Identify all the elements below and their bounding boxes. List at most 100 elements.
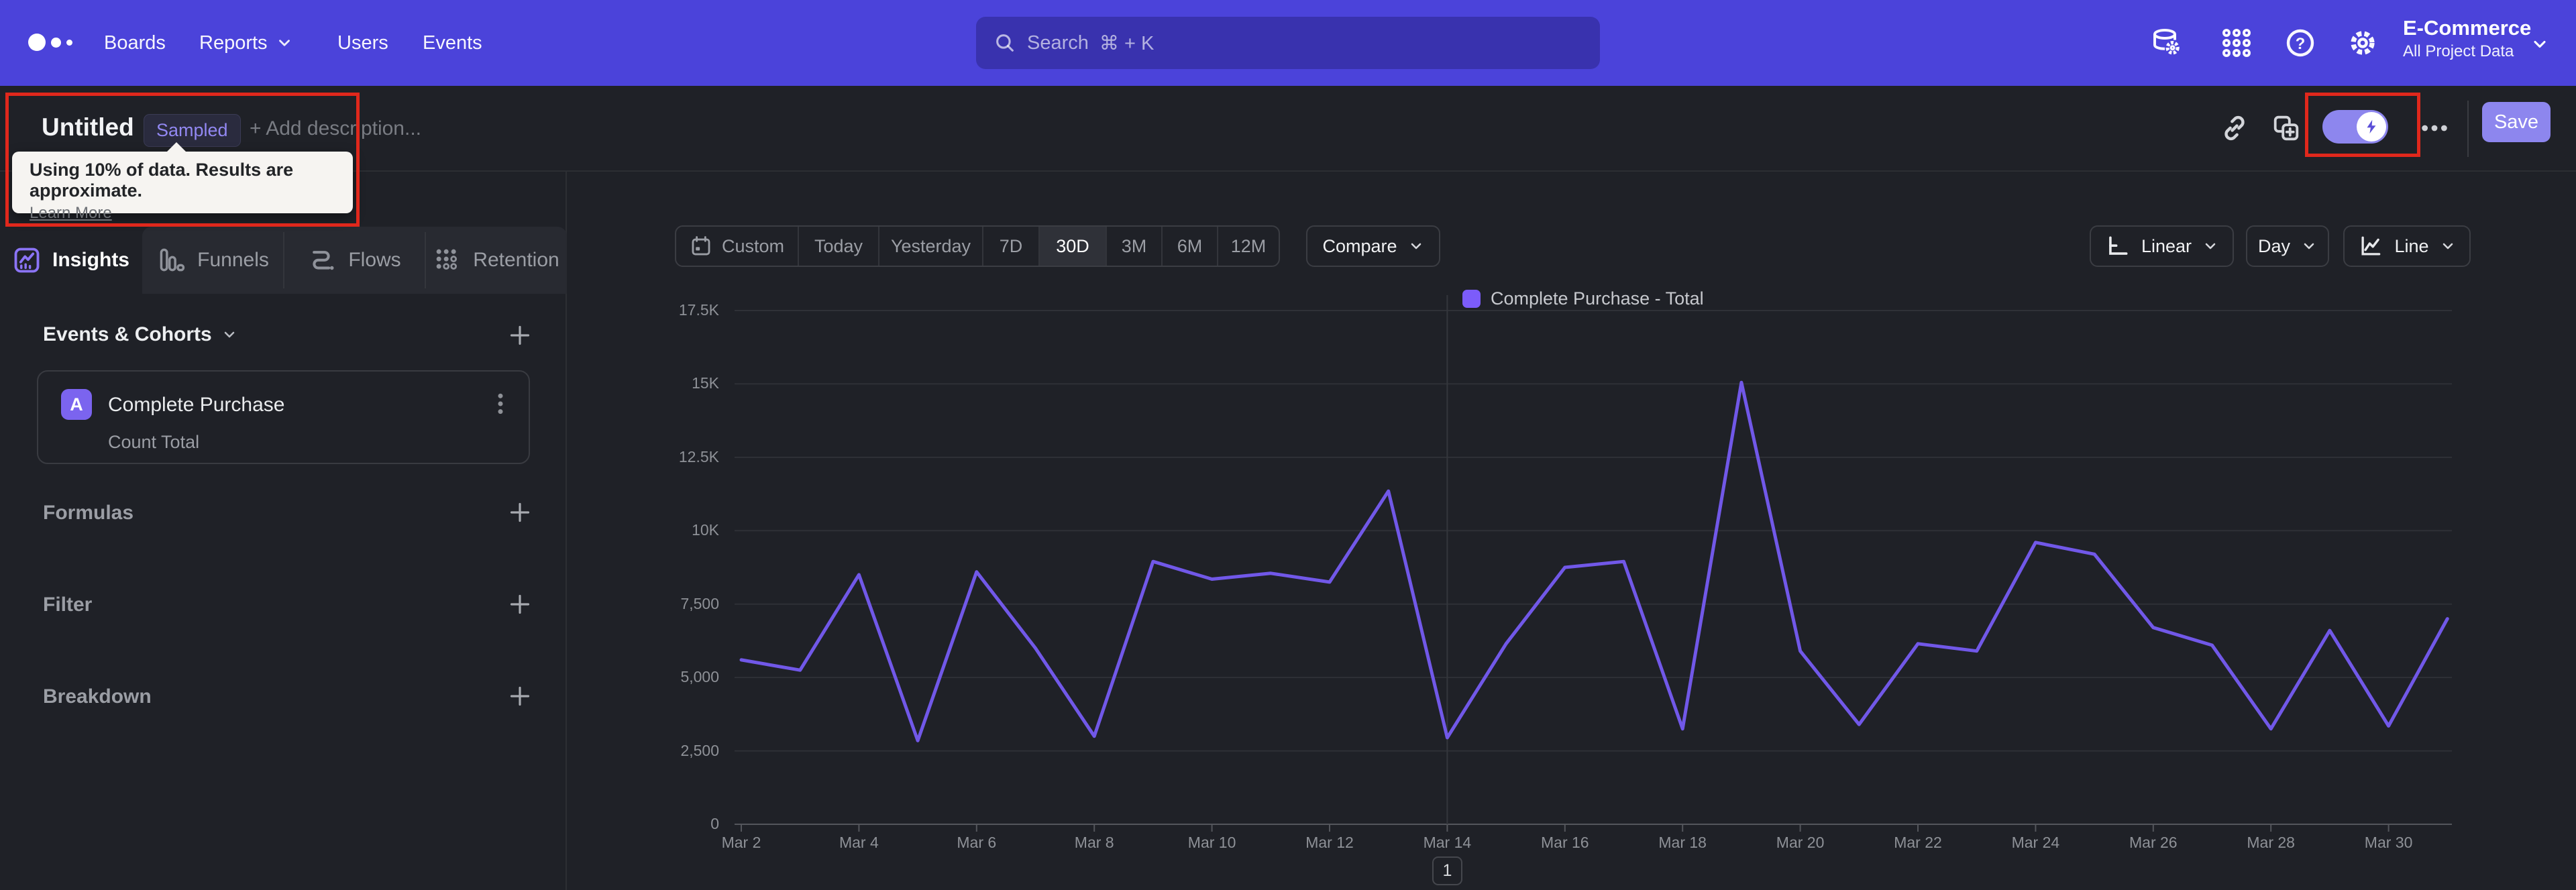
add-formula-button[interactable] bbox=[506, 499, 533, 526]
sampled-badge[interactable]: Sampled bbox=[144, 114, 241, 147]
add-description-field[interactable]: + Add description... bbox=[250, 117, 421, 140]
report-type-tabs: Insights Funnels Flows Retention bbox=[0, 227, 567, 294]
breakdown-header: Breakdown bbox=[43, 685, 152, 708]
tab-retention[interactable]: Retention bbox=[425, 227, 567, 294]
apps-grid-icon[interactable] bbox=[2220, 27, 2253, 59]
formulas-header: Formulas bbox=[43, 502, 134, 524]
chevron-down-icon bbox=[1408, 238, 1424, 254]
range-3m[interactable]: 3M bbox=[1107, 227, 1163, 266]
insights-chart-icon bbox=[12, 245, 42, 275]
range-today[interactable]: Today bbox=[799, 227, 879, 266]
chevron-down-icon bbox=[2202, 238, 2218, 254]
range-6m[interactable]: 6M bbox=[1163, 227, 1218, 266]
tab-funnels[interactable]: Funnels bbox=[142, 227, 284, 294]
project-scope: All Project Data bbox=[2403, 42, 2514, 60]
range-label: Custom bbox=[721, 235, 785, 256]
range-yesterday[interactable]: Yesterday bbox=[879, 227, 983, 266]
range-label: 6M bbox=[1177, 235, 1203, 256]
nav-item-label: Reports bbox=[199, 32, 268, 54]
project-switcher[interactable]: E-Commerce All Project Data bbox=[2403, 15, 2531, 62]
funnels-bars-icon bbox=[157, 245, 186, 275]
top-nav: Boards Reports Users Events Search ⌘ + K… bbox=[0, 0, 2576, 86]
nav-item-label: Users bbox=[337, 32, 388, 54]
chevron-down-icon bbox=[2440, 238, 2456, 254]
tab-label: Flows bbox=[348, 249, 401, 271]
search-shortcut: ⌘ + K bbox=[1099, 32, 1155, 54]
range-label: 3M bbox=[1121, 235, 1147, 256]
event-metric[interactable]: Count Total bbox=[108, 432, 199, 453]
range-12m[interactable]: 12M bbox=[1218, 227, 1279, 266]
tab-label: Funnels bbox=[197, 249, 269, 271]
range-7d[interactable]: 7D bbox=[983, 227, 1040, 266]
scale-dropdown[interactable]: Linear bbox=[2090, 225, 2234, 267]
range-label: 7D bbox=[999, 235, 1023, 256]
event-name: Complete Purchase bbox=[108, 394, 285, 416]
tab-label: Retention bbox=[473, 249, 559, 271]
lightning-bolt-icon bbox=[2363, 118, 2380, 135]
interval-dropdown[interactable]: Day bbox=[2246, 225, 2329, 267]
add-filter-button[interactable] bbox=[506, 591, 533, 618]
event-options-icon[interactable] bbox=[487, 390, 514, 417]
pagination-page-button[interactable]: 1 bbox=[1432, 856, 1462, 885]
chart-type-label: Line bbox=[2394, 235, 2429, 256]
tooltip-message: Using 10% of data. Results are approxima… bbox=[30, 160, 294, 201]
event-card[interactable]: A Complete Purchase Count Total bbox=[37, 370, 530, 464]
add-event-button[interactable] bbox=[506, 322, 533, 349]
range-label: 12M bbox=[1230, 235, 1267, 256]
tab-flows[interactable]: Flows bbox=[284, 227, 425, 294]
chevron-down-icon bbox=[221, 327, 237, 343]
learn-more-link[interactable]: Learn More bbox=[30, 204, 112, 223]
axis-linear-icon bbox=[2105, 233, 2131, 259]
nav-item-users[interactable]: Users bbox=[337, 0, 388, 86]
range-label: Today bbox=[814, 235, 863, 256]
compare-button[interactable]: Compare bbox=[1306, 225, 1440, 267]
compare-label: Compare bbox=[1322, 235, 1397, 256]
retention-dots-icon bbox=[433, 245, 462, 275]
range-label: Yesterday bbox=[890, 235, 971, 256]
nav-item-label: Boards bbox=[104, 32, 166, 54]
report-title-bar: Untitled Sampled + Add description... Sa… bbox=[0, 86, 2576, 172]
scale-label: Linear bbox=[2141, 235, 2192, 256]
nav-item-boards[interactable]: Boards bbox=[104, 0, 166, 86]
help-icon[interactable] bbox=[2284, 27, 2316, 59]
add-to-board-icon[interactable] bbox=[2271, 113, 2302, 144]
event-letter-badge: A bbox=[61, 389, 92, 420]
chart-type-dropdown[interactable]: Line bbox=[2343, 225, 2471, 267]
tab-insights[interactable]: Insights bbox=[0, 227, 142, 294]
project-name: E-Commerce bbox=[2403, 16, 2532, 40]
range-label: 30D bbox=[1056, 235, 1089, 256]
more-options-icon[interactable] bbox=[2419, 113, 2450, 144]
search-icon bbox=[994, 32, 1016, 54]
save-button[interactable]: Save bbox=[2482, 102, 2551, 142]
range-custom[interactable]: Custom bbox=[676, 227, 799, 266]
report-title[interactable]: Untitled bbox=[42, 113, 134, 142]
data-management-icon[interactable] bbox=[2150, 27, 2182, 59]
events-cohorts-label: Events & Cohorts bbox=[43, 323, 212, 345]
range-30d[interactable]: 30D bbox=[1040, 227, 1107, 266]
chevron-down-icon[interactable] bbox=[2530, 35, 2549, 54]
flows-curve-icon bbox=[308, 245, 337, 275]
chevron-down-icon bbox=[2301, 238, 2317, 254]
interval-label: Day bbox=[2257, 235, 2290, 256]
nav-item-label: Events bbox=[423, 32, 482, 54]
nav-item-events[interactable]: Events bbox=[423, 0, 482, 86]
search-placeholder: Search bbox=[1027, 32, 1089, 54]
copy-link-icon[interactable] bbox=[2219, 113, 2250, 144]
search-input[interactable]: Search ⌘ + K bbox=[976, 17, 1600, 69]
tab-label: Insights bbox=[52, 249, 129, 271]
date-range-control: Custom Today Yesterday 7D 30D 3M 6M 12M bbox=[675, 225, 1280, 267]
settings-gear-icon[interactable] bbox=[2347, 27, 2379, 59]
mixpanel-logo-icon[interactable] bbox=[28, 34, 72, 51]
sampling-tooltip: Using 10% of data. Results are approxima… bbox=[12, 142, 353, 222]
nav-item-reports[interactable]: Reports bbox=[199, 0, 293, 86]
query-sidebar: Insights Funnels Flows Retention Events … bbox=[0, 172, 567, 890]
filter-header: Filter bbox=[43, 594, 93, 616]
line-chart-icon bbox=[2358, 233, 2383, 259]
divider bbox=[2467, 101, 2469, 157]
line-chart[interactable] bbox=[728, 295, 2459, 838]
toggle-knob bbox=[2357, 112, 2386, 142]
add-breakdown-button[interactable] bbox=[506, 683, 533, 710]
sampling-toggle[interactable] bbox=[2322, 110, 2388, 144]
calendar-icon bbox=[690, 235, 712, 258]
events-cohorts-header[interactable]: Events & Cohorts bbox=[43, 323, 237, 346]
